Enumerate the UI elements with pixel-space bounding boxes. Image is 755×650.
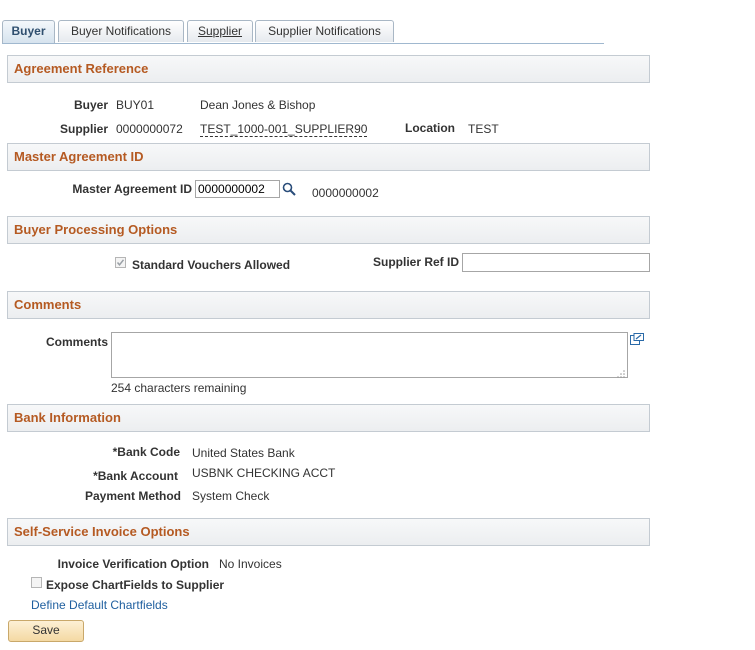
section-master-agreement: Master Agreement ID (7, 143, 650, 171)
section-buyer-processing-title: Buyer Processing Options (14, 222, 178, 237)
define-default-chartfields-link[interactable]: Define Default Chartfields (31, 598, 168, 612)
master-agreement-input[interactable] (195, 180, 280, 198)
supplier-ref-input[interactable] (462, 253, 650, 272)
section-master-agreement-title: Master Agreement ID (14, 149, 144, 164)
standard-vouchers-label: Standard Vouchers Allowed (132, 258, 291, 272)
standard-vouchers-checkbox[interactable] (115, 257, 126, 268)
payment-method-label: Payment Method (84, 489, 181, 503)
section-comments-title: Comments (14, 297, 82, 312)
section-agreement-reference: Agreement Reference (7, 55, 650, 83)
save-button[interactable]: Save (8, 620, 84, 642)
tab-bar: Buyer Buyer Notifications Supplier Suppl… (2, 20, 604, 44)
section-buyer-processing: Buyer Processing Options (7, 216, 650, 244)
tab-buyer-notifications[interactable]: Buyer Notifications (58, 20, 184, 42)
comments-textarea[interactable] (111, 332, 628, 378)
tab-buyer-notifications-label: Buyer Notifications (70, 24, 172, 38)
tab-supplier[interactable]: Supplier (187, 20, 253, 42)
tab-supplier-label: Supplier (197, 24, 243, 38)
invoice-verification-value: No Invoices (219, 557, 282, 571)
buyer-name: Dean Jones & Bishop (200, 98, 316, 112)
buyer-label: Buyer (73, 98, 108, 112)
payment-method-value: System Check (192, 489, 270, 503)
section-bank-information: Bank Information (7, 404, 650, 432)
tab-supplier-notifications[interactable]: Supplier Notifications (255, 20, 394, 42)
supplier-name-link[interactable]: TEST_1000-001_SUPPLIER90 (200, 122, 368, 137)
section-self-service-title: Self-Service Invoice Options (14, 524, 190, 539)
comments-label: Comments (45, 335, 108, 349)
master-agreement-display: 0000000002 (312, 186, 379, 200)
master-agreement-label: Master Agreement ID (72, 182, 192, 196)
bank-account-label: *Bank Account (93, 469, 178, 483)
bank-code-label: *Bank Code (112, 445, 180, 459)
section-self-service: Self-Service Invoice Options (7, 518, 650, 546)
invoice-verification-label: Invoice Verification Option (57, 557, 209, 571)
buyer-id: BUY01 (116, 98, 155, 112)
tab-buyer[interactable]: Buyer (2, 20, 55, 43)
characters-remaining: 254 characters remaining (111, 381, 247, 395)
bank-code-value: United States Bank (192, 446, 295, 460)
tab-supplier-notifications-label: Supplier Notifications (268, 24, 381, 38)
expose-chartfields-checkbox[interactable] (31, 577, 42, 588)
expand-textarea-icon[interactable] (630, 333, 644, 345)
section-agreement-reference-title: Agreement Reference (14, 61, 149, 76)
resize-grip-icon[interactable] (617, 367, 625, 378)
tab-buyer-label: Buyer (11, 24, 46, 38)
section-bank-information-title: Bank Information (14, 410, 121, 425)
section-comments: Comments (7, 291, 650, 319)
supplier-label: Supplier (59, 122, 108, 136)
location-label: Location (405, 121, 455, 135)
supplier-ref-label: Supplier Ref ID (372, 255, 459, 269)
bank-account-value: USBNK CHECKING ACCT (192, 466, 336, 480)
supplier-id: 0000000072 (116, 122, 183, 136)
location-value: TEST (468, 122, 499, 136)
lookup-search-icon[interactable] (282, 182, 296, 196)
expose-chartfields-label: Expose ChartFields to Supplier (46, 578, 225, 592)
